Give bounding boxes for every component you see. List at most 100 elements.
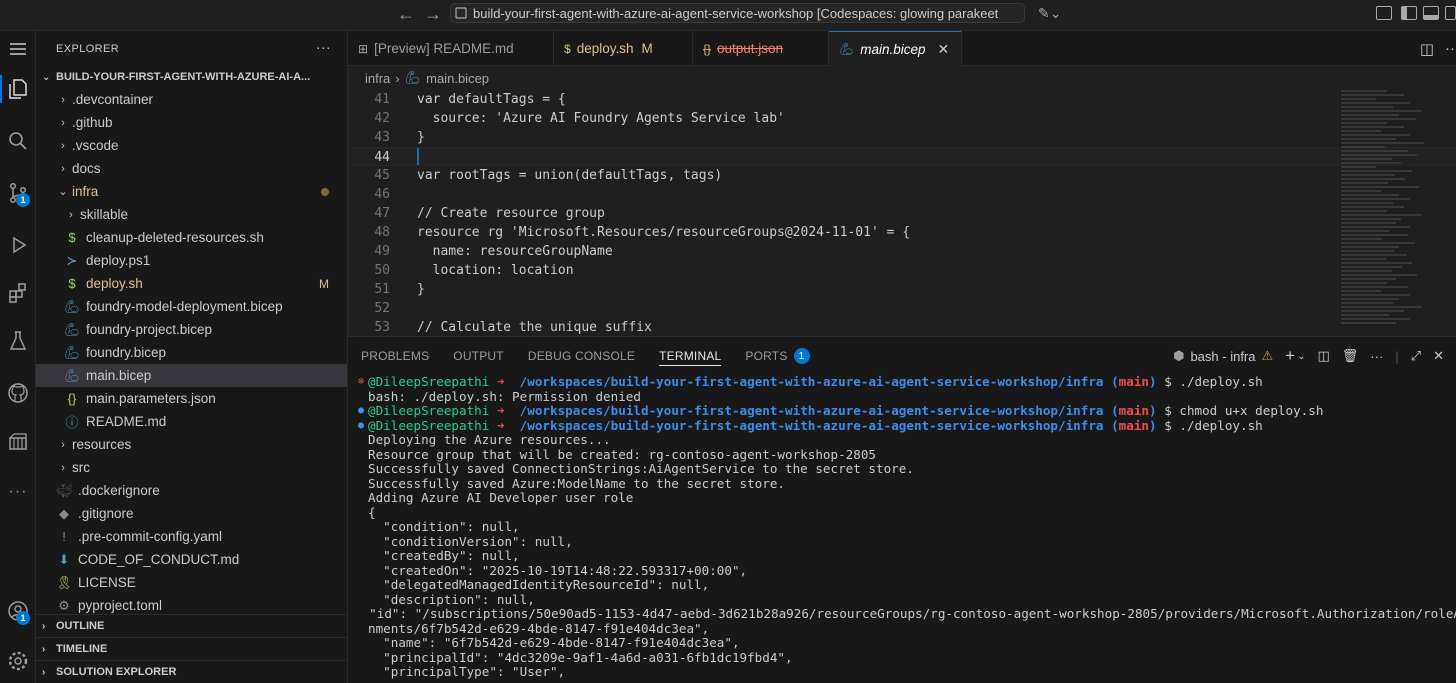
terminal-text: { [368, 504, 376, 520]
file-item[interactable]: 🎗︎ LICENSE [36, 571, 347, 594]
split-editor-icon[interactable]: ◫ [1420, 40, 1434, 58]
minimap[interactable] [1341, 90, 1456, 336]
tab-output-json[interactable]: {} output.json [693, 31, 829, 66]
breadcrumb: infra › 💪︎ main.bicep [348, 66, 1456, 90]
command-error-icon[interactable]: ⊗ [354, 375, 368, 390]
editor-more-icon[interactable]: ··· [1445, 40, 1456, 57]
folder-item[interactable]: › .github [36, 111, 347, 134]
command-center-search[interactable]: build-your-first-agent-with-azure-ai-age… [450, 3, 1025, 23]
file-item[interactable]: ◆ .gitignore [36, 502, 347, 525]
workspace-root-folder[interactable]: ⌄ BUILD-YOUR-FIRST-AGENT-WITH-AZURE-AI-A… [36, 66, 347, 88]
warning-icon[interactable]: ⚠ [1262, 348, 1274, 364]
file-item[interactable]: 💪︎ main.bicep [36, 364, 347, 387]
minimap-line [1341, 230, 1390, 232]
more-actions-icon[interactable]: ··· [1370, 349, 1383, 364]
file-item[interactable]: $ cleanup-deleted-resources.sh [36, 226, 347, 249]
close-panel-icon[interactable]: ✕ [1433, 348, 1444, 364]
tab-output[interactable]: OUTPUT [453, 337, 504, 375]
gutter-spacer [354, 491, 368, 506]
file-item[interactable]: 💪︎ foundry-project.bicep [36, 318, 347, 341]
trash-icon[interactable]: 🗑︎ [1342, 348, 1359, 364]
minimap-line [1341, 142, 1424, 144]
command-success-icon[interactable]: ● [354, 404, 368, 419]
copilot-icon[interactable]: ✎⌄ [1038, 5, 1061, 22]
breadcrumb-file[interactable]: main.bicep [426, 71, 489, 86]
minimap-line [1341, 94, 1405, 96]
explorer-files-icon[interactable] [0, 71, 36, 107]
toggle-panel-icon[interactable] [1423, 6, 1439, 20]
file-item[interactable]: $ deploy.sh M [36, 272, 347, 295]
breadcrumb-folder[interactable]: infra [365, 71, 390, 86]
folder-item[interactable]: › .devcontainer [36, 88, 347, 111]
file-item[interactable]: 🐳︎ .dockerignore [36, 479, 347, 502]
file-item[interactable]: ⬇ CODE_OF_CONDUCT.md [36, 548, 347, 571]
line-text: // Calculate the unique suffix [417, 320, 652, 335]
item-label: src [72, 460, 90, 475]
chevron-down-icon[interactable]: ⌄ [1297, 351, 1305, 362]
file-item[interactable]: ≻ deploy.ps1 [36, 249, 347, 272]
more-views-icon[interactable]: ··· [0, 474, 36, 510]
search-icon[interactable] [0, 123, 36, 159]
remote-explorer-icon[interactable] [0, 424, 36, 460]
folder-item[interactable]: › skillable [36, 203, 347, 226]
minimap-line [1341, 138, 1397, 140]
outline-section[interactable]: › OUTLINE [36, 614, 348, 637]
maximize-panel-icon[interactable]: ⤢ [1411, 348, 1421, 364]
extensions-icon[interactable] [0, 275, 36, 311]
github-icon[interactable] [0, 375, 36, 411]
toggle-sidebar-icon[interactable] [1401, 6, 1417, 20]
file-item[interactable]: ! .pre-commit-config.yaml [36, 525, 347, 548]
chevron-right-icon: › [61, 139, 65, 152]
accounts-icon[interactable]: 1 [0, 593, 36, 629]
command-success-icon[interactable]: ● [354, 419, 368, 434]
minimap-line [1341, 218, 1401, 220]
file-item[interactable]: 💪︎ foundry-model-deployment.bicep [36, 295, 347, 318]
bicep-icon: 💪︎ [839, 42, 855, 56]
tab-readme-preview[interactable]: ⊞ [Preview] README.md [348, 31, 554, 66]
code-editor[interactable]: 41 var defaultTags = {42 source: 'Azure A… [348, 90, 1456, 337]
testing-flask-icon[interactable] [0, 323, 36, 359]
line-number: 49 [374, 244, 390, 259]
folder-item[interactable]: › resources [36, 433, 347, 456]
file-item[interactable]: {} main.parameters.json [36, 387, 347, 410]
close-icon[interactable]: ✕ [938, 41, 950, 58]
terminal-name[interactable]: bash - infra [1190, 349, 1255, 364]
folder-item[interactable]: ⌄ infra [36, 180, 347, 203]
toggle-secondary-sidebar-icon[interactable] [1445, 6, 1456, 20]
terminal-line: ● @DileepSreepathi ➜ /workspaces/build-yo… [354, 418, 1456, 434]
timeline-section[interactable]: › TIMELINE [36, 637, 348, 660]
tab-problems[interactable]: PROBLEMS [361, 337, 429, 375]
file-item[interactable]: ⓘ README.md [36, 410, 347, 433]
tab-ports[interactable]: PORTS 1 [745, 337, 810, 375]
item-label: .devcontainer [72, 92, 154, 107]
code-line: 53 // Calculate the unique suffix [348, 318, 1456, 337]
folder-item[interactable]: › docs [36, 157, 347, 180]
source-control-icon[interactable]: 1 [0, 175, 36, 211]
customize-layout-icon[interactable] [1376, 6, 1392, 20]
prompt-user: @DileepSreepathi [368, 374, 490, 389]
explorer-more-actions[interactable]: ··· [316, 39, 331, 55]
tab-debug-console[interactable]: DEBUG CONSOLE [528, 337, 635, 375]
folder-item[interactable]: › .vscode [36, 134, 347, 157]
folder-item[interactable]: › src [36, 456, 347, 479]
back-arrow-icon[interactable]: ← [397, 4, 415, 25]
chevron-right-icon: › [42, 666, 46, 678]
terminal-output[interactable]: ⊗ @DileepSreepathi ➜ /workspaces/build-yo… [348, 374, 1456, 680]
line-number: 50 [374, 263, 390, 278]
new-terminal-icon[interactable]: + [1285, 346, 1295, 366]
run-debug-icon[interactable] [0, 227, 36, 263]
split-terminal-icon[interactable]: ◫ [1317, 348, 1329, 364]
menu-icon[interactable] [0, 31, 36, 67]
prompt-path: /workspaces/build-your-first-agent-with-… [519, 374, 1104, 389]
tab-terminal[interactable]: TERMINAL [659, 337, 722, 375]
solution-explorer-section[interactable]: › SOLUTION EXPLORER [36, 660, 348, 683]
forward-arrow-icon[interactable]: → [424, 4, 442, 25]
file-item[interactable]: 💪︎ foundry.bicep [36, 341, 347, 364]
terminal-text: "conditionVersion": null, [368, 533, 573, 549]
code-line: 48 resource rg 'Microsoft.Resources/resou… [348, 223, 1456, 242]
chevron-right-icon: › [42, 620, 46, 632]
minimap-line [1341, 214, 1422, 216]
settings-gear-icon[interactable] [0, 643, 36, 679]
tab-main-bicep[interactable]: 💪︎ main.bicep ✕ [829, 31, 962, 66]
tab-deploy-sh[interactable]: $ deploy.sh M [554, 31, 693, 66]
